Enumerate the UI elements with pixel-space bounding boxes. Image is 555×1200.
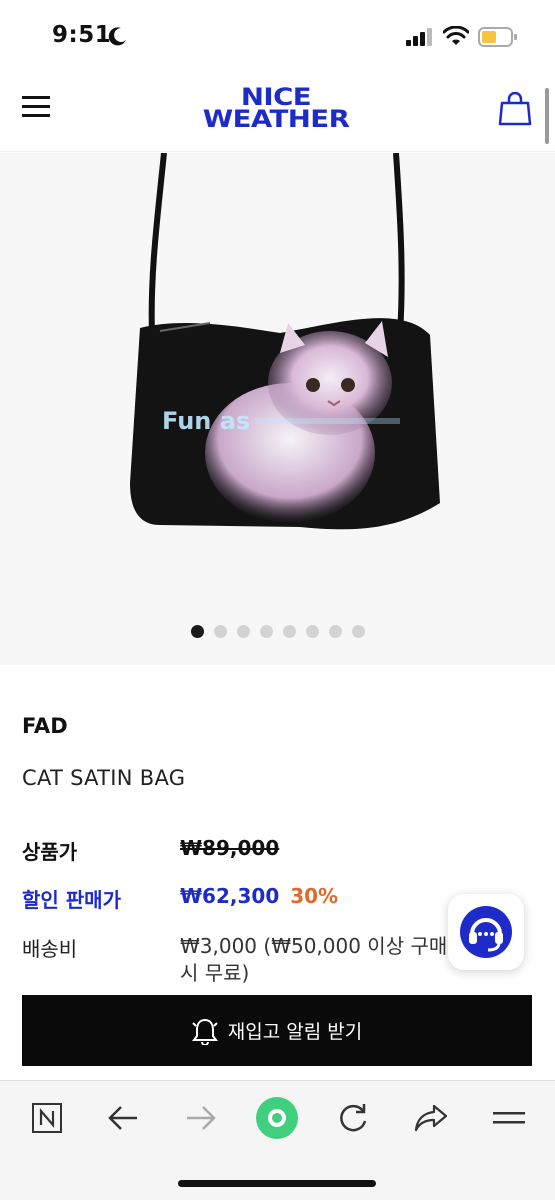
home-button[interactable] (254, 1095, 300, 1141)
pagination-dot[interactable] (236, 625, 250, 638)
product-brand[interactable]: FAD (22, 714, 68, 738)
naver-button[interactable] (28, 1101, 66, 1135)
share-button[interactable] (412, 1101, 450, 1135)
share-icon (414, 1104, 448, 1132)
n-icon (32, 1103, 62, 1133)
product-gallery[interactable]: Fun as (0, 153, 555, 665)
back-arrow-icon (108, 1106, 137, 1130)
product-image: Fun as (130, 153, 440, 530)
cart-icon[interactable] (498, 92, 532, 126)
product-name: CAT SATIN BAG (22, 766, 186, 790)
bell-icon (191, 1018, 218, 1045)
reload-icon (340, 1104, 367, 1132)
sale-price-group: ₩62,300 30% (180, 884, 338, 908)
site-logo[interactable]: NICE WEATHER (180, 85, 372, 134)
scroll-indicator (545, 88, 549, 144)
discount-rate: 30% (290, 884, 339, 908)
customer-support-button[interactable] (448, 894, 524, 970)
sale-price: ₩62,300 (180, 884, 280, 908)
forward-arrow-icon (187, 1106, 216, 1130)
site-header: NICE WEATHER (0, 70, 555, 152)
headset-icon (460, 906, 512, 958)
logo-line-2: WEATHER (202, 105, 350, 133)
shipping-label: 배송비 (22, 937, 78, 961)
browser-menu-button[interactable] (490, 1101, 528, 1135)
restock-alert-label: 재입고 알림 받기 (227, 1021, 363, 1043)
pagination-dot[interactable] (305, 625, 319, 638)
forward-button[interactable] (182, 1101, 220, 1135)
wifi-icon (443, 26, 469, 45)
battery-icon (478, 27, 517, 47)
pagination-dot[interactable] (282, 625, 296, 638)
bag-print-text: Fun as (162, 407, 250, 435)
gallery-pagination (0, 625, 555, 638)
home-indicator (178, 1180, 376, 1187)
status-time: 9:51 (52, 22, 112, 48)
original-price: ₩89,000 (180, 836, 280, 860)
back-button[interactable] (104, 1101, 142, 1135)
sale-price-label: 할인 판매가 (22, 888, 121, 912)
moon-icon (108, 27, 126, 46)
original-price-row: 상품가 ₩89,000 (22, 836, 542, 866)
restock-alert-button[interactable]: 재입고 알림 받기 (22, 995, 532, 1066)
status-bar: 9:51 (0, 0, 555, 70)
menu-lines-icon (493, 1112, 525, 1124)
pagination-dot[interactable] (351, 625, 365, 638)
price-label: 상품가 (22, 840, 78, 864)
pagination-dot[interactable] (328, 625, 342, 638)
shipping-value: ₩3,000 (₩50,000 이상 구매 시 무료) (180, 934, 448, 985)
reload-button[interactable] (334, 1101, 372, 1135)
home-icon (256, 1097, 298, 1139)
pagination-dot[interactable] (259, 625, 273, 638)
pagination-dot[interactable] (213, 625, 227, 638)
signal-icon (406, 28, 432, 46)
menu-icon[interactable] (22, 94, 52, 120)
pagination-dot[interactable] (190, 625, 204, 638)
